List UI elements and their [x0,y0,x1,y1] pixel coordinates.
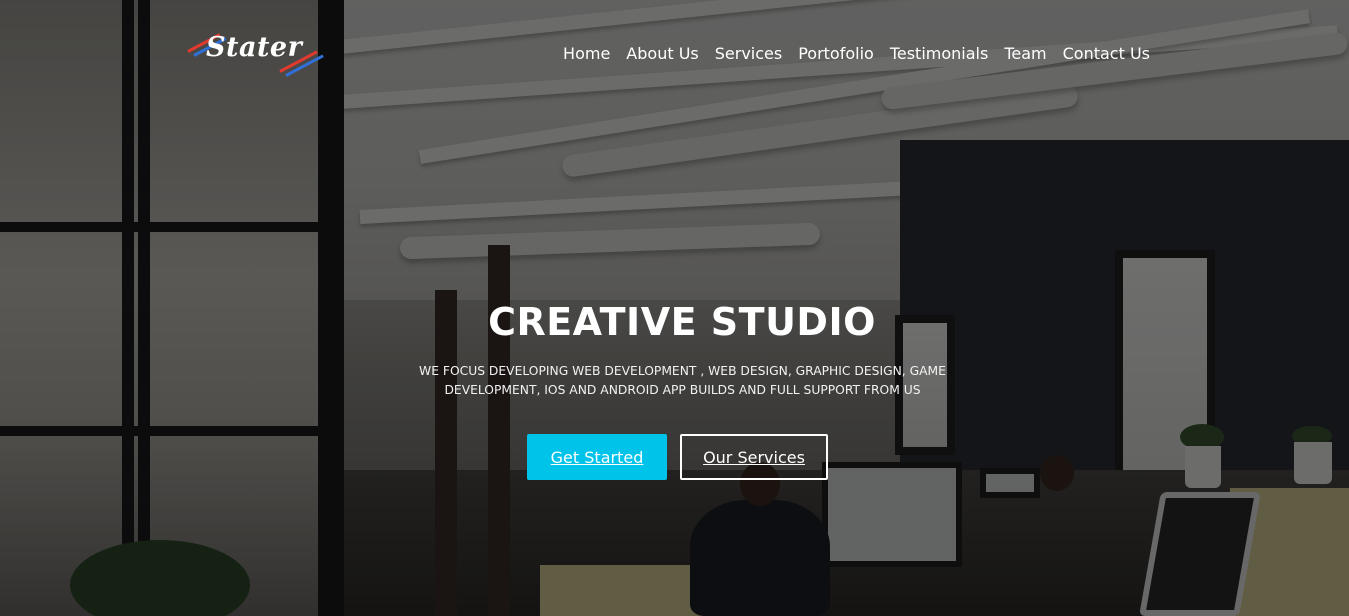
nav-item-contact: Contact Us [1063,44,1150,64]
our-services-button[interactable]: Our Services [680,434,828,480]
get-started-button[interactable]: Get Started [527,434,667,480]
nav-item-team: Team [1004,44,1046,64]
nav-link-home[interactable]: Home [563,44,610,63]
hero-subtitle: WE FOCUS DEVELOPING WEB DEVELOPMENT , WE… [419,364,946,397]
nav-link-portofolio[interactable]: Portofolio [798,44,874,63]
nav-item-portfolio: Portofolio [798,44,874,64]
nav-link-team[interactable]: Team [1004,44,1046,63]
nav-item-testimonials: Testimonials [890,44,989,64]
nav-link-about-us[interactable]: About Us [626,44,698,63]
nav-item-about: About Us [626,44,698,64]
hero-title: CREATIVE STUDIO [488,300,876,344]
logo-text: Stater [206,32,303,63]
nav-link-contact-us[interactable]: Contact Us [1063,44,1150,63]
main-nav: Home About Us Services Portofolio Testim… [563,44,1150,64]
nav-item-home: Home [563,44,610,64]
logo-link[interactable]: Stater [186,26,324,77]
nav-link-testimonials[interactable]: Testimonials [890,44,989,63]
nav-link-services[interactable]: Services [715,44,782,63]
nav-item-services: Services [715,44,782,64]
